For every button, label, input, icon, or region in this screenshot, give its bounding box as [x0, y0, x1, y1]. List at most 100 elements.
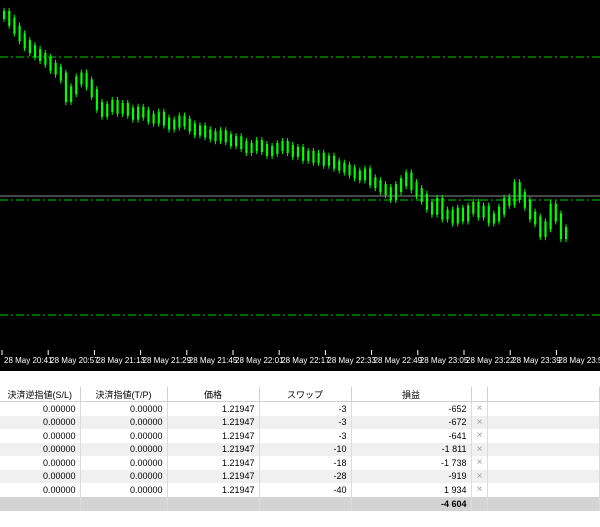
candle-body: [497, 206, 501, 222]
time-axis-label: 28 May 23:22: [466, 356, 515, 365]
candle-body: [358, 170, 361, 181]
candle-body: [451, 209, 454, 224]
candle-body: [209, 129, 212, 140]
candle-body: [70, 86, 73, 103]
candle-body: [245, 141, 248, 153]
candle-body: [85, 72, 88, 88]
candle-body: [322, 152, 325, 166]
candle-body: [343, 162, 346, 173]
time-axis-label: 28 May 22:33: [327, 356, 376, 365]
candle-body: [410, 172, 413, 191]
table-row[interactable]: 0.00000 0.00000 1.21947 -3 -641 ×: [0, 429, 600, 443]
candle-body: [348, 164, 351, 176]
close-position-icon[interactable]: ×: [471, 442, 488, 456]
candle-body: [204, 125, 207, 138]
column-header-filler: [487, 387, 600, 402]
column-header-take-profit[interactable]: 決済指値(T/P): [80, 387, 168, 402]
take-profit-cell: 0.00000: [80, 429, 168, 443]
profit-cell: -672: [351, 415, 472, 429]
candlestick-chart[interactable]: 28 May 20:4128 May 20:5728 May 21:1328 M…: [0, 0, 600, 371]
close-position-icon[interactable]: ×: [471, 469, 488, 483]
table-row[interactable]: 0.00000 0.00000 1.21947 -3 -652 ×: [0, 401, 600, 416]
candle-body: [384, 184, 387, 196]
candle-body: [64, 72, 68, 103]
row-filler: [487, 456, 600, 470]
candle-body: [487, 205, 490, 224]
candle-body: [394, 184, 398, 200]
column-header-profit[interactable]: 損益: [351, 387, 472, 402]
total-spacer: [167, 496, 260, 511]
price-cell: 1.21947: [167, 415, 260, 429]
total-profit: -4 604: [351, 496, 472, 511]
close-position-icon[interactable]: ×: [471, 401, 488, 416]
candle-body: [379, 180, 382, 193]
candle-body: [28, 40, 31, 54]
swap-cell: -40: [259, 483, 352, 497]
candle-body: [90, 79, 93, 98]
row-filler: [487, 442, 600, 456]
row-filler: [487, 483, 600, 497]
stop-loss-cell: 0.00000: [0, 442, 81, 456]
candle-body: [80, 72, 83, 85]
candle-body: [13, 17, 16, 34]
candle-body: [95, 89, 99, 110]
row-filler: [487, 429, 600, 443]
swap-cell: -28: [259, 469, 352, 483]
candle-body: [332, 155, 336, 169]
candle-body: [296, 146, 300, 157]
close-position-icon[interactable]: ×: [471, 456, 488, 470]
candle-body: [131, 107, 135, 120]
candle-body: [224, 130, 227, 143]
table-row[interactable]: 0.00000 0.00000 1.21947 -18 -1 738 ×: [0, 456, 600, 470]
positions-body: 0.00000 0.00000 1.21947 -3 -652 × 0.00000 0.000…: [0, 401, 600, 497]
candle-body: [100, 101, 104, 117]
candle-body: [18, 25, 21, 42]
candle-body: [307, 150, 310, 161]
close-position-icon[interactable]: ×: [471, 429, 488, 443]
profit-cell: -641: [351, 429, 472, 443]
candle-body: [374, 177, 377, 189]
stop-loss-cell: 0.00000: [0, 483, 81, 497]
price-cell: 1.21947: [167, 469, 260, 483]
candle-body: [276, 143, 279, 154]
candle-body: [441, 197, 444, 220]
candle-body: [111, 99, 114, 112]
candle-body: [405, 172, 408, 187]
candle-body: [523, 191, 526, 208]
close-position-icon[interactable]: ×: [471, 415, 488, 429]
candle-body: [137, 106, 140, 120]
table-row[interactable]: 0.00000 0.00000 1.21947 -28 -919 ×: [0, 469, 600, 483]
candle-body: [178, 115, 181, 128]
column-header-swap[interactable]: スワップ: [259, 387, 352, 402]
time-axis-label: 28 May 21:13: [96, 356, 145, 365]
column-header-stop-loss[interactable]: 決済逆指値(S/L): [0, 387, 81, 402]
table-row[interactable]: 0.00000 0.00000 1.21947 -40 1 934 ×: [0, 483, 600, 497]
profit-cell: 1 934: [351, 483, 472, 497]
candle-body: [446, 209, 449, 220]
candle-body: [265, 144, 269, 156]
candle-body: [472, 201, 475, 214]
candle-body: [142, 106, 145, 118]
candle-body: [363, 168, 367, 181]
take-profit-cell: 0.00000: [80, 456, 168, 470]
take-profit-cell: 0.00000: [80, 415, 168, 429]
candle-body: [147, 109, 150, 122]
candle-body: [503, 197, 506, 215]
candle-body: [544, 221, 547, 238]
take-profit-cell: 0.00000: [80, 401, 168, 416]
time-axis-label: 28 May 22:49: [374, 356, 423, 365]
stop-loss-cell: 0.00000: [0, 429, 81, 443]
candle-body: [157, 111, 160, 124]
candle-body: [425, 193, 428, 210]
candle-body: [353, 167, 356, 179]
candle-body: [44, 52, 47, 65]
candle-body: [33, 45, 37, 58]
candle-body: [121, 102, 124, 114]
price-chart[interactable]: 28 May 20:41 28 May 20:57 28 May 21:13 28 M…: [0, 0, 600, 371]
table-row[interactable]: 0.00000 0.00000 1.21947 -10 -1 811 ×: [0, 442, 600, 456]
swap-cell: -3: [259, 415, 352, 429]
table-row[interactable]: 0.00000 0.00000 1.21947 -3 -672 ×: [0, 415, 600, 429]
close-position-icon[interactable]: ×: [471, 483, 488, 497]
column-header-price[interactable]: 価格: [167, 387, 260, 402]
take-profit-cell: 0.00000: [80, 483, 168, 497]
